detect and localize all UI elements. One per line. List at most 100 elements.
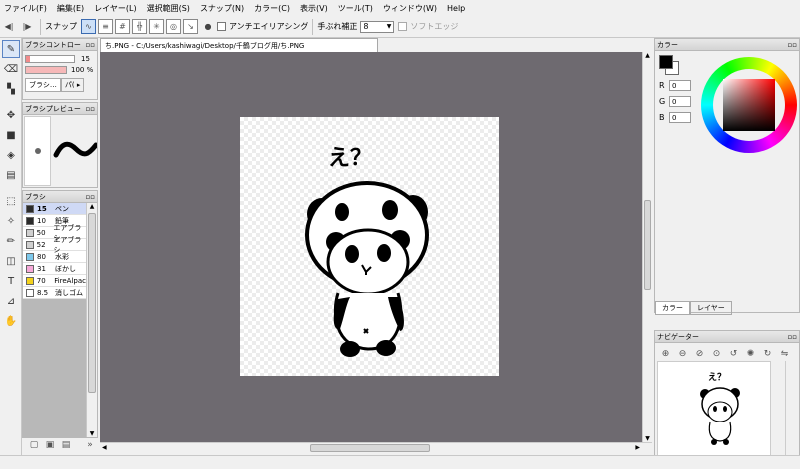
scroll-up-icon[interactable]: ▲ (87, 203, 97, 210)
brush-item[interactable]: 31 ぼかし (23, 263, 86, 275)
menu-window[interactable]: ウィンドウ(W) (383, 3, 437, 14)
brush-control-panel: ブラシコントロー ▫▫ 15 100 % ブラシ… パ( ▸ (22, 38, 98, 100)
snap-circle-icon[interactable]: ◎ (166, 19, 181, 34)
select-eraser-icon[interactable]: ◫ (2, 252, 20, 270)
soft-edge-checkbox[interactable] (398, 22, 408, 31)
select-pen-icon[interactable]: ✏ (2, 232, 20, 250)
tab-color[interactable]: カラー (655, 301, 690, 315)
menu-snap[interactable]: スナップ(N) (200, 3, 244, 14)
g-input[interactable]: 0 (669, 96, 691, 107)
canvas-vscroll[interactable]: ▲ ▼ (642, 52, 652, 442)
brush-color-swatch (26, 204, 34, 213)
g-label: G (659, 97, 666, 106)
menu-select[interactable]: 選択範囲(S) (147, 3, 190, 14)
eyedropper-icon[interactable]: ⊿ (2, 292, 20, 310)
brush-size-value: 15 (81, 55, 90, 63)
brush-scrollbar[interactable]: ▲ ▼ (86, 203, 97, 437)
canvas-image[interactable]: え？ (240, 117, 499, 376)
new-brush-icon[interactable]: ▢ (28, 439, 40, 452)
antialias-checkbox[interactable] (217, 22, 226, 31)
delete-brush-icon[interactable]: ▤ (60, 439, 72, 452)
canvas-vscroll-thumb[interactable] (644, 200, 651, 290)
hand-icon[interactable]: ✋ (2, 312, 20, 330)
select-icon[interactable]: ⬚ (2, 192, 20, 210)
menu-layer[interactable]: レイヤー(L) (94, 3, 136, 14)
panel-menu-icon[interactable]: ▫▫ (86, 105, 96, 113)
fill-rect-icon[interactable]: ■ (2, 126, 20, 144)
snap-off-icon[interactable]: ∿ (81, 19, 96, 34)
panel-menu-icon[interactable]: ▫▫ (788, 333, 798, 341)
text-icon[interactable]: T (2, 272, 20, 290)
panel-menu-icon[interactable]: ▫▫ (86, 193, 96, 201)
scroll-left-icon[interactable]: ◀ (102, 444, 107, 451)
right-pane: カラー ▫▫ R0 G0 B0 カラー レイヤー ナビゲーター ▫▫ ⊕ ⊖ ⊘… (652, 38, 800, 460)
navigator-caption: え？ (708, 372, 726, 383)
brush-item[interactable]: 70 FireAlpac (23, 275, 86, 287)
rotate-right-icon[interactable]: ↻ (761, 347, 774, 360)
panel-menu-icon[interactable]: ▫▫ (86, 41, 96, 49)
menu-color[interactable]: カラー(C) (254, 3, 290, 14)
snap-radial-icon[interactable]: ✳ (149, 19, 164, 34)
menu-bar: ファイル(F) 編集(E) レイヤー(L) 選択範囲(S) スナップ(N) カラ… (0, 0, 800, 16)
menu-file[interactable]: ファイル(F) (4, 3, 47, 14)
scroll-down-icon[interactable]: ▼ (643, 435, 652, 442)
tab-brush[interactable]: ブラシ… (25, 78, 61, 92)
canvas-hscroll-thumb[interactable] (310, 444, 430, 452)
zoom-reset-icon[interactable]: ⊙ (710, 347, 723, 360)
color-wheel[interactable] (701, 57, 797, 153)
scroll-right-icon[interactable]: ▶ (635, 444, 640, 451)
menu-help[interactable]: Help (447, 4, 465, 13)
dot-pen-icon[interactable]: ▚ (2, 80, 20, 98)
saturation-square[interactable] (723, 79, 775, 131)
zoom-fit-icon[interactable]: ⊘ (693, 347, 706, 360)
opacity-slider[interactable] (25, 66, 67, 74)
snap-curve-icon[interactable]: ↘ (183, 19, 198, 34)
brush-color-swatch (26, 288, 34, 297)
next-icon[interactable]: |▶ (20, 20, 34, 34)
move-icon[interactable]: ✥ (2, 106, 20, 124)
brush-item[interactable]: 15 ペン (23, 203, 86, 215)
prev-icon[interactable]: ◀| (2, 20, 16, 34)
magic-wand-icon[interactable]: ✧ (2, 212, 20, 230)
flip-icon[interactable]: ⇋ (778, 347, 791, 360)
size-slider[interactable] (25, 55, 75, 63)
gradient-icon[interactable]: ▤ (2, 166, 20, 184)
zoom-out-icon[interactable]: ⊖ (676, 347, 689, 360)
expand-icon[interactable]: » (84, 439, 96, 452)
brush-control-title: ブラシコントロー (25, 40, 81, 49)
document-tab[interactable]: ち.PNG - C:/Users/kashiwagi/Desktop/千鶴ブログ… (100, 38, 378, 52)
brush-actions: ▢ ▣ ▤ » (22, 438, 100, 452)
rotate-reset-icon[interactable]: ✺ (744, 347, 757, 360)
opacity-value: 100 % (71, 66, 94, 74)
scroll-down-icon[interactable]: ▼ (87, 430, 97, 437)
brush-item[interactable]: 8.5 消しゴム (23, 287, 86, 299)
snap-grid-icon[interactable]: # (115, 19, 130, 34)
tab-layer[interactable]: レイヤー (690, 301, 732, 315)
snap-cross-icon[interactable]: ╬ (132, 19, 147, 34)
brush-item[interactable]: 52 エアブラシ (23, 236, 86, 254)
pen-icon[interactable]: ✎ (2, 40, 20, 58)
menu-view[interactable]: 表示(V) (300, 3, 328, 14)
scroll-up-icon[interactable]: ▲ (643, 52, 652, 59)
bucket-icon[interactable]: ◈ (2, 146, 20, 164)
menu-edit[interactable]: 編集(E) (57, 3, 84, 14)
snap-lines-icon[interactable]: ≡ (98, 19, 113, 34)
b-label: B (659, 113, 665, 122)
navigator-preview[interactable]: え？ (657, 361, 771, 457)
panel-menu-icon[interactable]: ▫▫ (788, 41, 798, 49)
zoom-in-icon[interactable]: ⊕ (659, 347, 672, 360)
b-input[interactable]: 0 (669, 112, 691, 123)
r-input[interactable]: 0 (669, 80, 691, 91)
copy-brush-icon[interactable]: ▣ (44, 439, 56, 452)
navigator-panel: ナビゲーター ▫▫ ⊕ ⊖ ⊘ ⊙ ↺ ✺ ↻ ⇋ え？ (654, 330, 800, 460)
foreground-swatch[interactable] (659, 55, 673, 69)
stabilizer-select[interactable]: 8 ▼ (360, 20, 395, 33)
dot-icon[interactable]: ● (201, 20, 215, 34)
navigator-scroll[interactable] (785, 361, 797, 457)
canvas-hscroll[interactable]: ◀ ▶ (100, 442, 652, 453)
eraser-icon[interactable]: ⌫ (2, 60, 20, 78)
rotate-left-icon[interactable]: ↺ (727, 347, 740, 360)
tab-palette[interactable]: パ( ▸ (60, 78, 85, 92)
menu-tool[interactable]: ツール(T) (338, 3, 373, 14)
scroll-thumb[interactable] (88, 213, 96, 393)
